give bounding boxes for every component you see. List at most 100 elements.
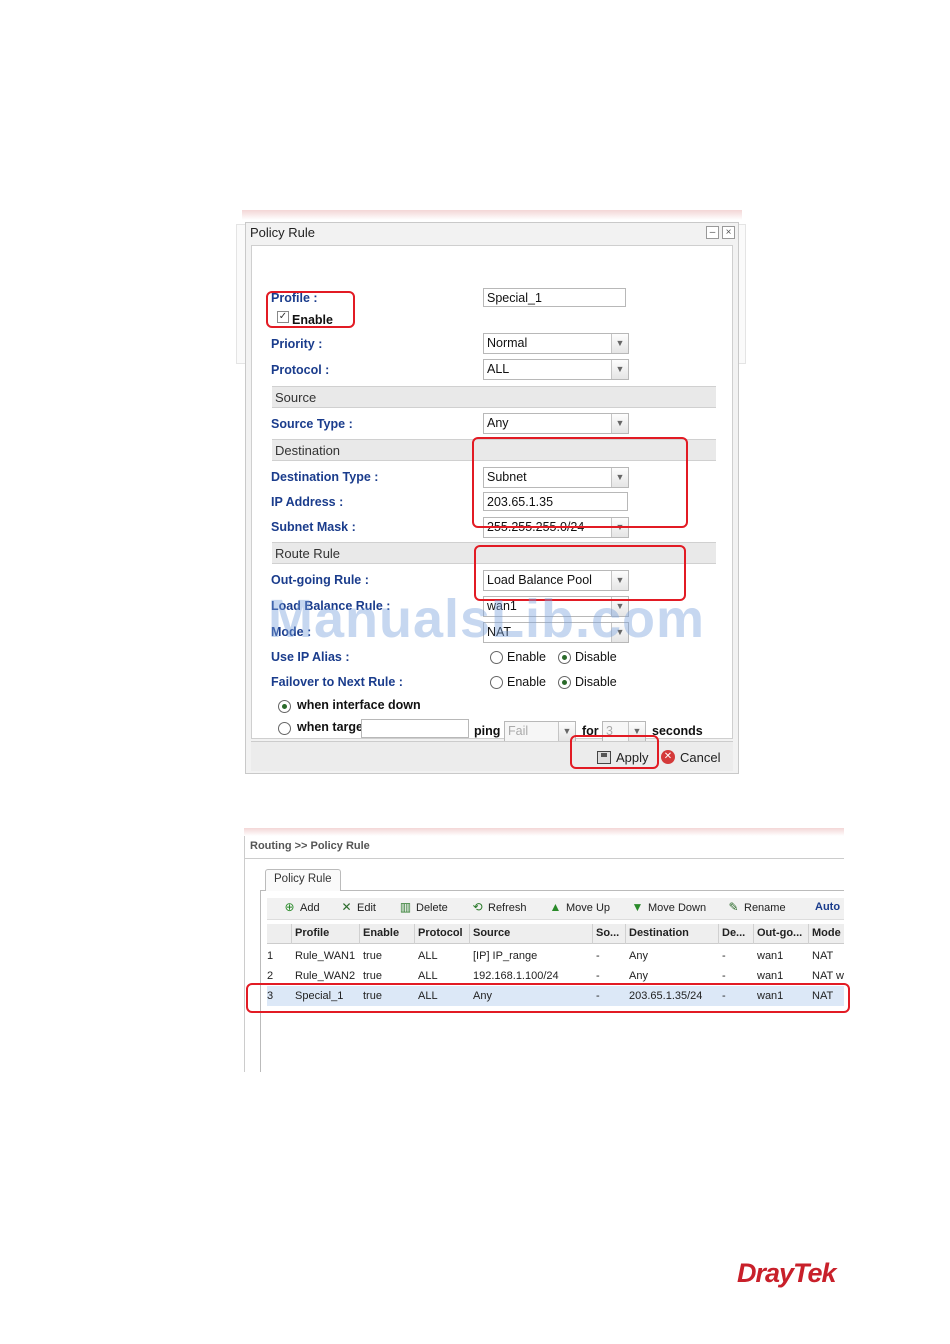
table-cell: Rule_WAN2 xyxy=(295,970,356,982)
failover-enable-radio[interactable] xyxy=(490,676,503,689)
dialog-title: Policy Rule xyxy=(250,225,316,240)
move-down-button[interactable]: ▼ Move Down xyxy=(631,900,707,914)
table-cell: wan1 xyxy=(757,950,784,962)
table-cell: 192.168.1.100/24 xyxy=(473,970,559,982)
ping-select[interactable]: Fail ▼ xyxy=(504,721,576,742)
column-header[interactable]: Destination xyxy=(629,927,689,939)
column-divider xyxy=(592,924,593,944)
outgoing-rule-value: Load Balance Pool xyxy=(487,573,592,587)
add-button[interactable]: ⊕ Add xyxy=(283,901,320,914)
column-header[interactable]: Protocol xyxy=(418,927,463,939)
close-icon[interactable]: × xyxy=(722,226,735,239)
move-up-label: Move Up xyxy=(566,901,611,914)
table-cell: true xyxy=(363,990,382,1002)
cancel-button[interactable]: ✕ Cancel xyxy=(655,746,726,768)
source-section-header: Source xyxy=(272,386,716,408)
target-input[interactable] xyxy=(361,719,469,738)
column-header[interactable]: Enable xyxy=(363,927,399,939)
column-divider xyxy=(291,924,292,944)
ping-label: ping xyxy=(474,724,501,738)
route-rule-section-header: Route Rule xyxy=(272,542,716,564)
table-cell: - xyxy=(722,950,726,962)
table-cell: - xyxy=(722,970,726,982)
chevron-down-icon: ▼ xyxy=(611,468,628,487)
toolbar: ⊕ Add ✕ Edit ▥ Delete ⟲ Refresh ▲ Move U… xyxy=(267,898,844,920)
failover-disable-radio[interactable] xyxy=(558,676,571,689)
source-type-label: Source Type : xyxy=(271,417,353,431)
column-header[interactable]: Mode xyxy=(812,927,841,939)
column-header[interactable]: Source xyxy=(473,927,510,939)
enable-label: Enable xyxy=(292,313,333,327)
cancel-icon: ✕ xyxy=(661,750,675,764)
enable-checkbox[interactable]: ✓ xyxy=(277,311,289,323)
add-label: Add xyxy=(300,901,320,914)
column-divider xyxy=(753,924,754,944)
for-label: for xyxy=(582,724,599,738)
screenshot-shadow xyxy=(242,210,742,220)
refresh-label: Refresh xyxy=(488,901,527,914)
edit-icon: ✕ xyxy=(341,900,352,914)
ping-value: Fail xyxy=(508,724,529,738)
delete-button[interactable]: ▥ Delete xyxy=(399,901,448,914)
source-type-select[interactable]: Any ▼ xyxy=(483,413,629,434)
subnet-mask-select[interactable]: 255.255.255.0/24 ▼ xyxy=(483,517,629,538)
minimize-icon[interactable]: – xyxy=(706,226,719,239)
table-row-selected[interactable]: 3 Special_1 true ALL Any - 203.65.1.35/2… xyxy=(267,986,844,1006)
table-cell: - xyxy=(596,990,600,1002)
profile-label: Profile : xyxy=(271,291,318,305)
table-cell: 3 xyxy=(267,990,274,1002)
move-down-label: Move Down xyxy=(648,901,707,914)
table-cell: NAT w xyxy=(812,970,844,982)
chevron-down-icon: ▼ xyxy=(558,722,575,741)
table-cell: Special_1 xyxy=(295,990,344,1002)
destination-type-select[interactable]: Subnet ▼ xyxy=(483,467,629,488)
column-header[interactable]: So... xyxy=(596,927,619,939)
subnet-mask-label: Subnet Mask : xyxy=(271,520,356,534)
table-cell: Any xyxy=(629,970,648,982)
table-row[interactable]: 2 Rule_WAN2 true ALL 192.168.1.100/24 - … xyxy=(267,966,844,986)
ip-address-input[interactable]: 203.65.1.35 xyxy=(483,492,628,511)
column-divider xyxy=(625,924,626,944)
edit-button[interactable]: ✕ Edit xyxy=(340,901,376,914)
table-header: Profile Enable Protocol Source So... Des… xyxy=(267,924,844,944)
cancel-label: Cancel xyxy=(680,749,721,765)
table-cell: ALL xyxy=(418,990,438,1002)
failover-enable-label: Enable xyxy=(507,675,546,689)
column-divider xyxy=(469,924,470,944)
failover-disable-label: Disable xyxy=(575,675,617,689)
column-divider xyxy=(359,924,360,944)
dialog-body: Profile : Special_1 ✓ Enable Priority : … xyxy=(251,245,733,742)
divider xyxy=(245,858,844,859)
protocol-select[interactable]: ALL ▼ xyxy=(483,359,629,380)
table-cell: 1 xyxy=(267,950,274,962)
outgoing-rule-label: Out-going Rule : xyxy=(271,573,369,587)
column-header[interactable]: De... xyxy=(722,927,745,939)
table-row[interactable]: 1 Rule_WAN1 true ALL [IP] IP_range - Any… xyxy=(267,946,844,966)
table-cell: wan1 xyxy=(757,990,784,1002)
policy-rule-dialog: Policy Rule – × Profile : Special_1 ✓ En… xyxy=(245,222,739,774)
rename-button[interactable]: ✎ Rename xyxy=(727,901,785,914)
for-select[interactable]: 3 ▼ xyxy=(602,721,646,742)
when-target-label: when target xyxy=(297,720,362,734)
move-up-button[interactable]: ▲ Move Up xyxy=(549,901,610,914)
alias-enable-radio[interactable] xyxy=(490,651,503,664)
apply-button[interactable]: Apply xyxy=(591,746,655,768)
column-header[interactable]: Profile xyxy=(295,927,329,939)
tab-policy-rule[interactable]: Policy Rule xyxy=(265,869,341,891)
table-cell: Rule_WAN1 xyxy=(295,950,356,962)
column-header[interactable]: Out-go... xyxy=(757,927,802,939)
auto-button[interactable]: Auto xyxy=(815,901,840,913)
profile-input[interactable]: Special_1 xyxy=(483,288,626,307)
when-interface-down-radio[interactable] xyxy=(278,700,291,713)
table-cell: - xyxy=(596,950,600,962)
refresh-button[interactable]: ⟲ Refresh xyxy=(471,900,527,914)
edit-label: Edit xyxy=(357,901,376,914)
table-cell: 2 xyxy=(267,970,274,982)
when-target-radio[interactable] xyxy=(278,722,291,735)
arrow-down-icon: ▼ xyxy=(631,900,644,914)
alias-enable-label: Enable xyxy=(507,650,546,664)
refresh-icon: ⟲ xyxy=(472,900,483,914)
alias-disable-radio[interactable] xyxy=(558,651,571,664)
priority-select[interactable]: Normal ▼ xyxy=(483,333,629,354)
policy-rule-page: Routing >> Policy Rule Policy Rule ⊕ Add… xyxy=(244,836,844,1072)
